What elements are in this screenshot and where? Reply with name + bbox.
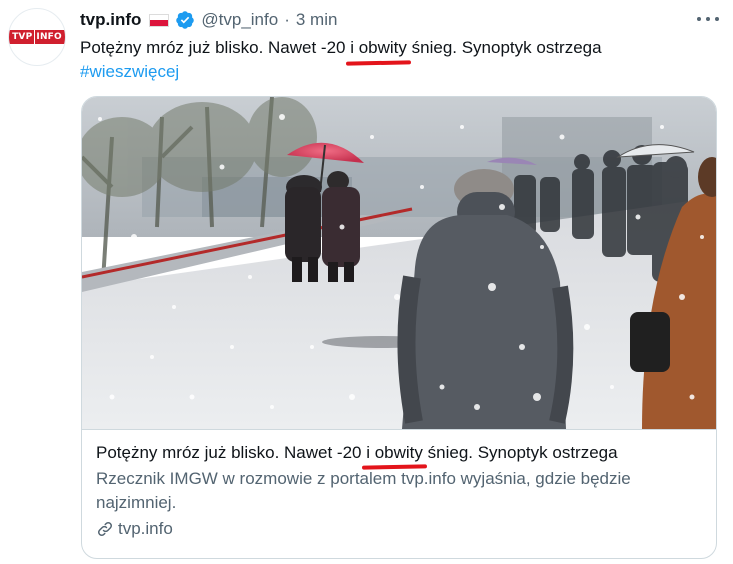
link-card-meta: Potężny mróz już blisko. Nawet -20 i obw… bbox=[82, 429, 716, 558]
logo-tvp-text: TVP bbox=[9, 30, 35, 44]
tweet-text-underlined: i obwity bbox=[350, 36, 407, 60]
card-title-underlined: i obwity bbox=[366, 443, 423, 462]
hashtag-link[interactable]: #wieszwięcej bbox=[80, 62, 179, 81]
link-card-title: Potężny mróz już blisko. Nawet -20 i obw… bbox=[96, 442, 704, 464]
more-dots-icon[interactable] bbox=[697, 10, 719, 28]
tweet[interactable]: TVP INFO tvp.info @tvp_info · 3 min Potę… bbox=[0, 0, 733, 564]
card-title-part2: śnieg. Synoptyk ostrzega bbox=[422, 443, 618, 462]
snowy-street-photo[interactable] bbox=[82, 97, 716, 429]
author-name[interactable]: tvp.info bbox=[80, 10, 141, 30]
author-handle[interactable]: @tvp_info bbox=[201, 10, 278, 30]
verified-badge-icon bbox=[175, 10, 195, 30]
link-icon bbox=[96, 520, 114, 538]
logo-info-text: INFO bbox=[34, 30, 65, 44]
link-card-domain-text: tvp.info bbox=[118, 519, 173, 538]
tweet-text: Potężny mróz już blisko. Nawet -20 i obw… bbox=[80, 36, 720, 84]
avatar[interactable]: TVP INFO bbox=[8, 8, 66, 66]
tweet-header: tvp.info @tvp_info · 3 min bbox=[80, 8, 337, 32]
card-title-part1: Potężny mróz już blisko. Nawet -20 bbox=[96, 443, 367, 462]
separator-dot: · bbox=[284, 10, 290, 29]
link-card-description: Rzecznik IMGW w rozmowie z portalem tvp.… bbox=[96, 469, 631, 512]
tweet-text-part1: Potężny mróz już blisko. Nawet -20 bbox=[80, 38, 351, 57]
poland-flag-icon bbox=[149, 13, 170, 27]
tvp-info-logo: TVP INFO bbox=[9, 30, 65, 44]
tweet-time[interactable]: 3 min bbox=[296, 10, 338, 30]
link-card[interactable]: Potężny mróz już blisko. Nawet -20 i obw… bbox=[81, 96, 717, 559]
tweet-text-part2: śnieg. Synoptyk ostrzega bbox=[406, 38, 602, 57]
link-card-domain: tvp.info bbox=[96, 519, 704, 539]
